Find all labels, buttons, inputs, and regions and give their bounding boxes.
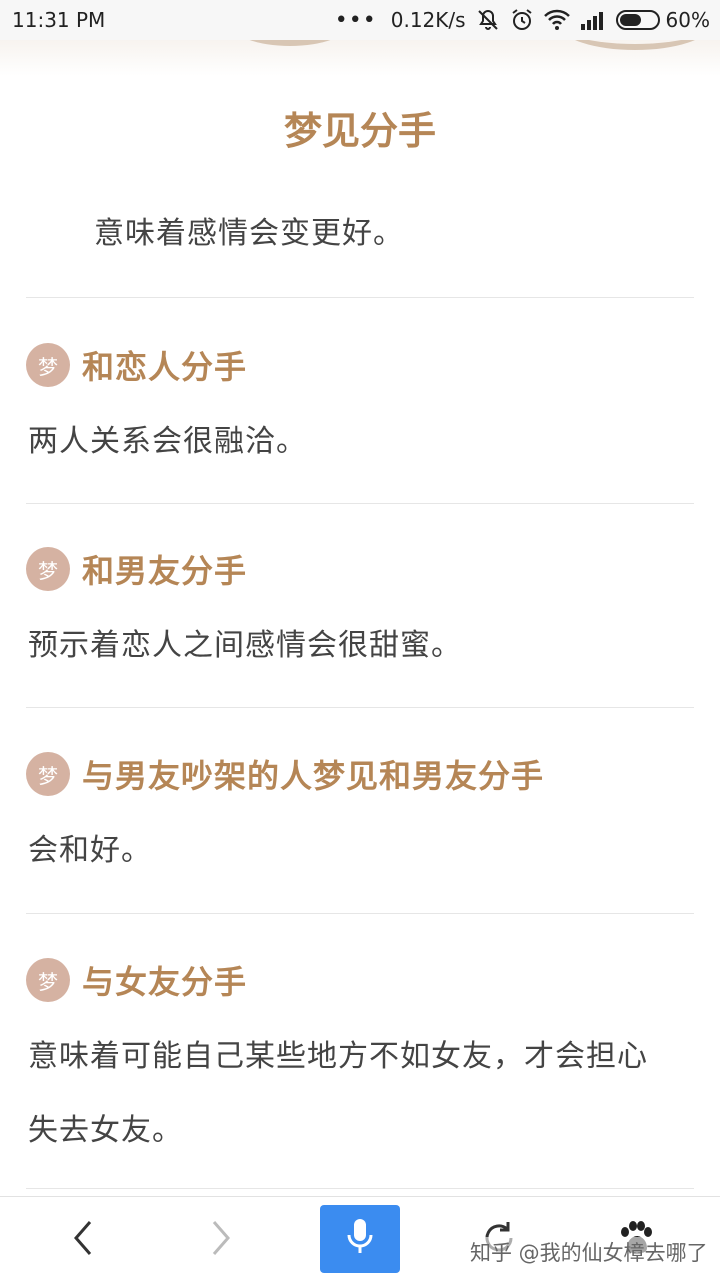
section-heading: 梦 和恋人分手 — [26, 342, 247, 388]
section-body: 预示着恋人之间感情会很甜蜜。 — [28, 628, 462, 663]
divider — [26, 707, 694, 708]
decoration-arc — [230, 40, 350, 46]
status-time: 11:31 PM — [12, 8, 106, 32]
header-decoration — [0, 40, 720, 76]
network-speed: 0.12K/s — [390, 8, 466, 32]
section-heading: 梦 与男友吵架的人梦见和男友分手 — [26, 751, 544, 797]
wifi-icon — [543, 9, 570, 31]
battery-body — [615, 10, 660, 30]
signal-icon — [580, 10, 606, 30]
divider — [26, 297, 694, 298]
back-icon[interactable] — [58, 1213, 108, 1263]
divider — [26, 503, 694, 504]
section-body: 会和好。 — [28, 833, 152, 868]
section-heading: 梦 和男友分手 — [26, 546, 247, 592]
battery-icon: 60% — [615, 8, 710, 32]
dream-badge: 梦 — [26, 958, 70, 1002]
section-body: 意味着可能自己某些地方不如女友，才会担心失去女友。 — [28, 1039, 648, 1148]
status-bar: 11:31 PM ••• 0.12K/s 60% — [0, 0, 720, 40]
section-title: 与男友吵架的人梦见和男友分手 — [82, 757, 545, 795]
decoration-arc — [560, 40, 710, 50]
mute-icon — [476, 8, 500, 32]
watermark: 知乎 @我的仙女樟去哪了 — [470, 1237, 708, 1267]
status-right: ••• 0.12K/s 60% — [335, 8, 710, 33]
section-body: 两人关系会很融洽。 — [28, 424, 307, 459]
dream-badge: 梦 — [26, 343, 70, 387]
divider — [26, 913, 694, 914]
section-title: 和恋人分手 — [82, 348, 248, 386]
battery-fill — [619, 14, 642, 26]
page-title: 梦见分手 — [283, 109, 436, 153]
section-title: 与女友分手 — [82, 963, 248, 1001]
more-dots: ••• — [334, 7, 377, 33]
dream-badge: 梦 — [26, 547, 70, 591]
forward-icon[interactable] — [196, 1213, 246, 1263]
dream-badge: 梦 — [26, 752, 70, 796]
battery-percent: 60% — [665, 8, 710, 32]
section-title: 和男友分手 — [82, 552, 248, 590]
mic-icon — [345, 1217, 375, 1261]
section-heading: 梦 与女友分手 — [26, 957, 247, 1003]
divider — [26, 1188, 694, 1189]
alarm-icon — [510, 8, 534, 32]
intro-text: 意味着感情会变更好。 — [94, 216, 404, 251]
voice-search-button[interactable] — [320, 1205, 400, 1273]
